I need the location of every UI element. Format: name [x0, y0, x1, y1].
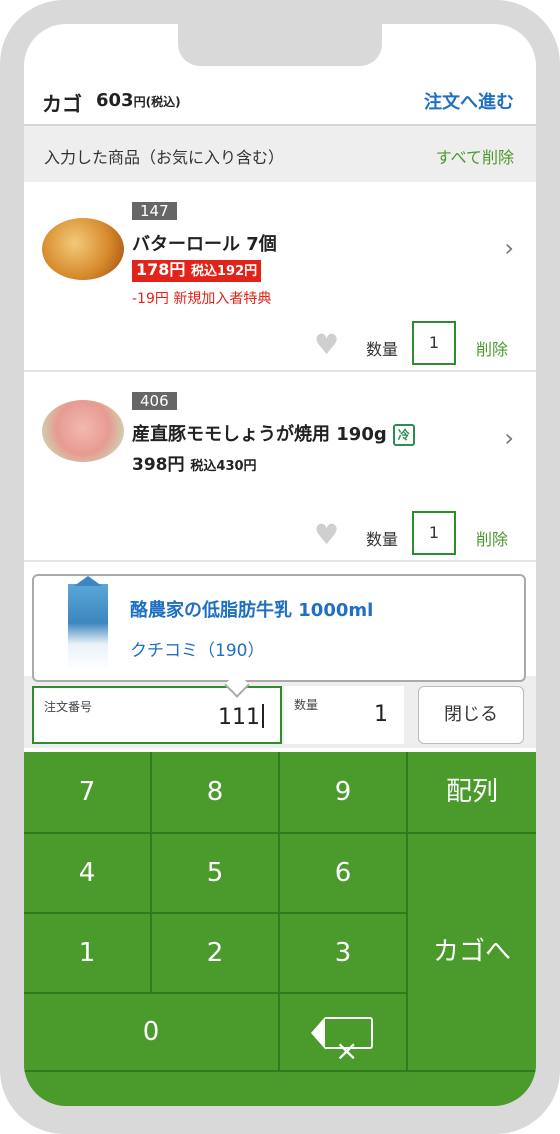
product-image	[42, 218, 124, 280]
item-price: 178円 税込192円	[132, 260, 262, 282]
key-array[interactable]: 配列	[408, 752, 536, 832]
suggested-product-name[interactable]: 酪農家の低脂肪牛乳 1000ml	[130, 596, 373, 622]
cart-item[interactable]: 147 バターロール 7個 › 178円 税込192円 -19円 新規加入者特典…	[24, 182, 536, 372]
item-price: 398円 税込430円	[132, 450, 257, 475]
close-button[interactable]: 閉じる	[418, 686, 524, 744]
key-8[interactable]: 8	[152, 752, 278, 832]
quantity-field[interactable]: 1	[412, 511, 456, 555]
key-divider	[150, 752, 152, 992]
entered-items-bar: 入力した商品（お気に入り含む） すべて削除	[24, 126, 536, 182]
product-suggestion-popup[interactable]: 酪農家の低脂肪牛乳 1000ml クチコミ（190）	[32, 574, 526, 682]
order-number-text: 111	[218, 705, 260, 730]
key-2[interactable]: 2	[152, 914, 278, 992]
cart-total-suffix: 円(税込)	[133, 95, 181, 109]
key-divider	[24, 1070, 536, 1072]
quantity-label: 数量	[366, 530, 399, 549]
key-7[interactable]: 7	[24, 752, 150, 832]
numeric-keypad: 7 8 9 配列 4 5 6 1 2 3 カゴへ 0	[24, 752, 536, 1106]
item-code: 406	[132, 392, 177, 410]
order-number-label: 注文番号	[44, 700, 93, 714]
quantity-input-label: 数量	[294, 698, 319, 712]
quantity-field[interactable]: 1	[412, 321, 456, 365]
key-4[interactable]: 4	[24, 834, 150, 912]
key-0[interactable]: 0	[24, 994, 278, 1070]
chevron-right-icon[interactable]: ›	[504, 424, 514, 452]
price-value: 398円	[132, 455, 185, 475]
checkout-button[interactable]: 注文へ進む	[424, 88, 514, 114]
item-name: 産直豚モモしょうが焼用 190g 冷	[132, 420, 415, 446]
key-divider	[278, 752, 280, 1070]
order-number-field[interactable]: 注文番号 111	[32, 686, 282, 744]
quantity-input[interactable]: 数量 1	[284, 686, 404, 744]
cart-total-amount: 603	[96, 90, 134, 111]
key-5[interactable]: 5	[152, 834, 278, 912]
refrigerated-icon: 冷	[392, 424, 415, 446]
key-divider	[406, 752, 408, 1070]
key-1[interactable]: 1	[24, 914, 150, 992]
phone-frame: カゴ 603円(税込) 注文へ進む 入力した商品（お気に入り含む） すべて削除 …	[0, 0, 560, 1134]
backspace-icon	[311, 1013, 373, 1089]
text-caret	[262, 704, 264, 728]
key-6[interactable]: 6	[280, 834, 406, 912]
promo-text: -19円 新規加入者特典	[132, 291, 272, 307]
cart-total: 603円(税込)	[96, 90, 181, 111]
order-number-value: 111	[218, 704, 264, 730]
heart-icon[interactable]: ♥	[314, 518, 339, 551]
cart-title: カゴ	[42, 92, 82, 116]
price-tax: 税込430円	[190, 459, 257, 474]
key-divider	[24, 832, 536, 834]
reviews-link[interactable]: クチコミ（190）	[130, 636, 264, 661]
milk-carton-image	[68, 584, 108, 670]
item-code: 147	[132, 202, 177, 220]
key-9[interactable]: 9	[280, 752, 406, 832]
cart-item[interactable]: 406 産直豚モモしょうが焼用 190g 冷 › 398円 税込430円 ♥ 数量…	[24, 372, 536, 562]
product-image	[42, 400, 124, 462]
key-to-cart[interactable]: カゴへ	[408, 834, 536, 1070]
screen: カゴ 603円(税込) 注文へ進む 入力した商品（お気に入り含む） すべて削除 …	[24, 24, 536, 1106]
delete-button[interactable]: 削除	[476, 336, 508, 360]
chevron-right-icon[interactable]: ›	[504, 234, 514, 262]
notch	[178, 24, 382, 66]
price-value: 178円	[136, 260, 186, 279]
delete-button[interactable]: 削除	[476, 526, 508, 550]
heart-icon[interactable]: ♥	[314, 328, 339, 361]
quantity-label: 数量	[366, 340, 399, 359]
key-divider	[24, 992, 406, 994]
backspace-key[interactable]	[280, 994, 406, 1089]
item-name: バターロール 7個	[132, 234, 277, 255]
item-name-text: 産直豚モモしょうが焼用 190g	[132, 424, 387, 445]
key-divider	[24, 912, 406, 914]
cart-header: カゴ 603円(税込) 注文へ進む	[24, 78, 536, 124]
delete-all-button[interactable]: すべて削除	[436, 144, 514, 168]
price-tax: 税込192円	[190, 264, 258, 279]
section-label: 入力した商品（お気に入り含む）	[44, 148, 285, 167]
order-input-bar: 注文番号 111 数量 1 閉じる	[24, 676, 536, 748]
quantity-input-value: 1	[374, 702, 388, 727]
key-3[interactable]: 3	[280, 914, 406, 992]
